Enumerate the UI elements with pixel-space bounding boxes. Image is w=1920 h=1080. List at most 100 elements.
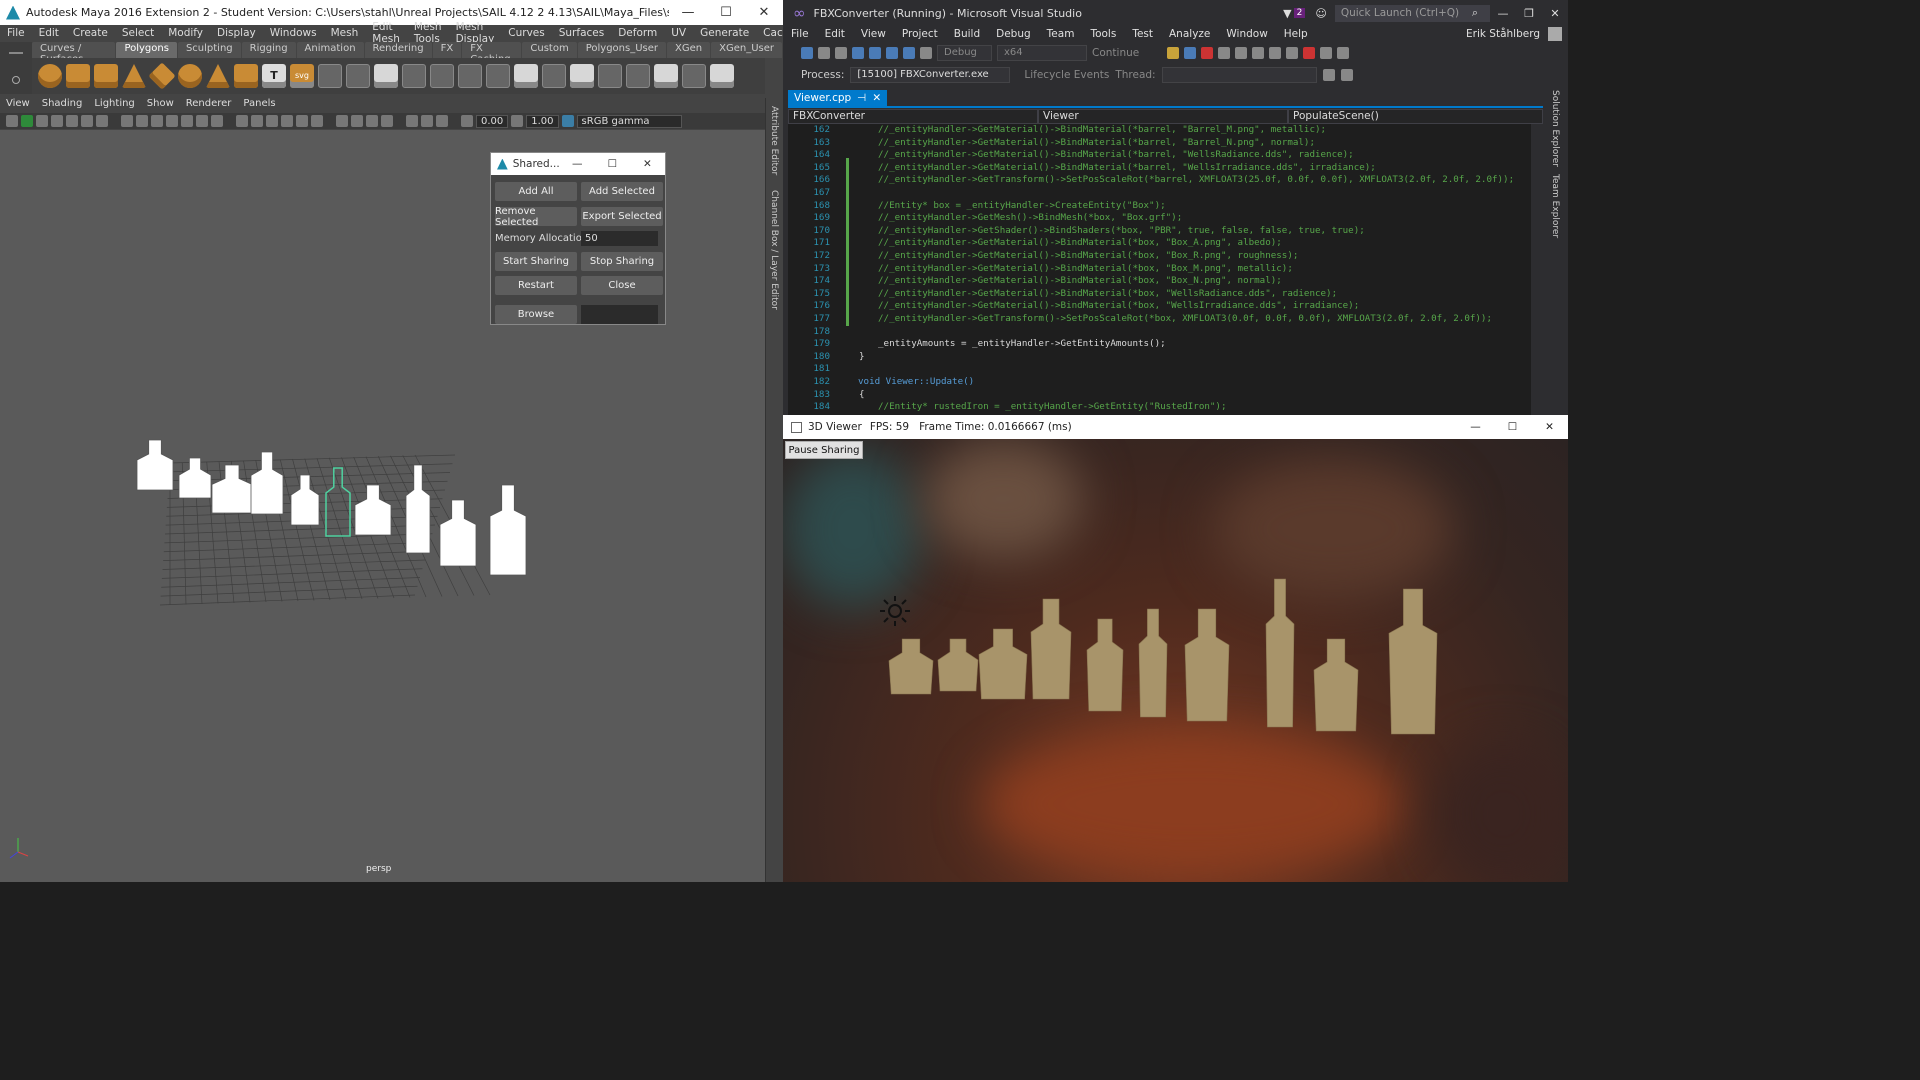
svg-icon[interactable]: svg: [290, 64, 314, 88]
filter-icon[interactable]: [1322, 68, 1335, 81]
code-editor[interactable]: 162 //_entityHandler->GetMaterial()->Bind…: [788, 124, 1531, 415]
viewport-menu-item[interactable]: Shading: [36, 98, 89, 112]
vs-menu-item[interactable]: Project: [894, 28, 946, 40]
multicut-icon[interactable]: [542, 64, 566, 88]
shelf-tab[interactable]: Rigging: [241, 42, 296, 58]
shelf-tab[interactable]: Rendering: [364, 42, 432, 58]
cube-icon[interactable]: [66, 64, 90, 88]
maya-menu-item[interactable]: Create: [66, 27, 115, 39]
color-space-dropdown[interactable]: sRGB gamma: [576, 114, 682, 128]
step-over-icon[interactable]: [1269, 47, 1281, 59]
platform-dropdown[interactable]: x64: [997, 45, 1087, 61]
minimize-icon[interactable]: —: [560, 158, 595, 170]
lights-icon[interactable]: [296, 115, 308, 127]
forward-icon[interactable]: [818, 47, 830, 59]
transform-icon[interactable]: [682, 64, 706, 88]
vs-menu-item[interactable]: View: [853, 28, 894, 40]
thread-dropdown[interactable]: [1161, 66, 1317, 83]
pause-icon[interactable]: [1184, 47, 1196, 59]
smooth-shade-icon[interactable]: [251, 115, 263, 127]
prism-icon[interactable]: [206, 64, 230, 88]
maya-menu-item[interactable]: Surfaces: [552, 27, 611, 39]
gate-mask-icon[interactable]: [166, 115, 178, 127]
camera-lock-icon[interactable]: [36, 115, 48, 127]
viewport-menu-item[interactable]: Renderer: [180, 98, 238, 112]
separate-icon[interactable]: [346, 64, 370, 88]
film-gate-icon[interactable]: [136, 115, 148, 127]
shelf-tab[interactable]: Polygons: [116, 42, 177, 58]
maya-menu-item[interactable]: Edit: [32, 27, 66, 39]
shelf-tab[interactable]: FX Caching: [462, 42, 522, 65]
step-out-icon[interactable]: [1286, 47, 1298, 59]
close-icon[interactable]: ✕: [630, 158, 665, 170]
bottle-mesh[interactable]: [290, 474, 320, 526]
exposure-icon[interactable]: [461, 115, 473, 127]
vs-menu-item[interactable]: Edit: [817, 28, 853, 40]
save-all-icon[interactable]: [886, 47, 898, 59]
vs-menu-item[interactable]: File: [783, 28, 817, 40]
ambient-occlusion-icon[interactable]: [336, 115, 348, 127]
member-dropdown[interactable]: PopulateScene(): [1288, 109, 1543, 124]
vs-menu-item[interactable]: Debug: [988, 28, 1039, 40]
bottle-mesh[interactable]: [211, 464, 253, 514]
extrude-icon[interactable]: [430, 64, 454, 88]
redo-icon[interactable]: [920, 47, 932, 59]
bridge-icon[interactable]: [374, 64, 398, 88]
gear-icon[interactable]: [12, 76, 20, 84]
vs-menu-item[interactable]: Analyze: [1161, 28, 1218, 40]
quick-launch-input[interactable]: Quick Launch (Ctrl+Q): [1334, 4, 1490, 22]
bottle-mesh[interactable]: [136, 439, 174, 491]
maya-menu-item[interactable]: Modify: [161, 27, 210, 39]
close-icon[interactable]: ✕: [1542, 7, 1568, 20]
xray-icon[interactable]: [421, 115, 433, 127]
attribute-editor-tab[interactable]: Attribute Editor: [769, 106, 779, 175]
grease-pencil-icon[interactable]: [81, 115, 93, 127]
gamma-field[interactable]: 1.00: [526, 114, 559, 128]
minimize-icon[interactable]: —: [1490, 7, 1516, 20]
maya-menu-item[interactable]: Select: [115, 27, 161, 39]
channel-box-tab[interactable]: Channel Box / Layer Editor: [769, 190, 779, 310]
add-all-button[interactable]: Add All: [495, 182, 577, 201]
new-project-icon[interactable]: [835, 47, 847, 59]
save-icon[interactable]: [869, 47, 881, 59]
bevel-icon[interactable]: [458, 64, 482, 88]
export-selected-button[interactable]: Export Selected: [581, 207, 663, 226]
grid-toggle-icon[interactable]: [121, 115, 133, 127]
maximize-icon[interactable]: ☐: [1494, 421, 1531, 433]
undo-icon[interactable]: [903, 47, 915, 59]
shadows-icon[interactable]: [311, 115, 323, 127]
exposure-field[interactable]: 0.00: [476, 114, 509, 128]
search-icon[interactable]: ⌕: [1472, 6, 1478, 20]
text-icon[interactable]: T: [262, 64, 286, 88]
breakpoints-icon[interactable]: [1303, 47, 1315, 59]
avatar[interactable]: [1548, 27, 1562, 41]
viewport-menu-item[interactable]: Lighting: [88, 98, 140, 112]
shelf-tab[interactable]: FX: [432, 42, 462, 58]
solution-explorer-tab[interactable]: Solution Explorer: [1550, 90, 1560, 167]
bottle-mesh[interactable]: [405, 464, 431, 554]
browse-button[interactable]: Browse: [495, 305, 577, 324]
maximize-icon[interactable]: ☐: [707, 5, 745, 20]
stop-sharing-button[interactable]: Stop Sharing: [581, 252, 663, 271]
field-chart-icon[interactable]: [181, 115, 193, 127]
continue-button[interactable]: Continue: [1092, 47, 1162, 59]
antialias-icon[interactable]: [366, 115, 378, 127]
config-dropdown[interactable]: Debug: [937, 45, 992, 61]
shelf-tab[interactable]: Polygons_User: [577, 42, 667, 58]
project-dropdown[interactable]: FBXConverter: [788, 109, 1038, 124]
maya-menu-item[interactable]: Deform: [611, 27, 664, 39]
vs-menu-item[interactable]: Help: [1276, 28, 1316, 40]
shelf-tab[interactable]: XGen: [667, 42, 711, 58]
close-button[interactable]: Close: [581, 276, 663, 295]
bookmark-icon[interactable]: [51, 115, 63, 127]
cone-icon[interactable]: [122, 64, 146, 88]
camera-icon[interactable]: [6, 115, 18, 127]
user-name[interactable]: Erik Ståhlberg: [1458, 28, 1548, 40]
team-explorer-tab[interactable]: Team Explorer: [1550, 174, 1560, 238]
shelf-tab[interactable]: Custom: [522, 42, 577, 58]
textured-icon[interactable]: [281, 115, 293, 127]
maya-menu-item[interactable]: Mesh: [324, 27, 366, 39]
maya-menu-item[interactable]: Display: [210, 27, 263, 39]
browse-path-field[interactable]: [581, 305, 658, 324]
gamma-icon[interactable]: [511, 115, 524, 127]
